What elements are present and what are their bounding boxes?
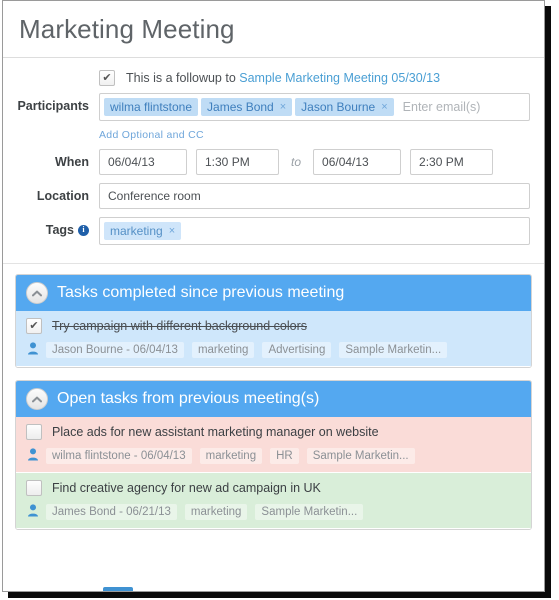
end-date-input[interactable] (313, 149, 402, 175)
add-optional-and-cc-link[interactable]: Add Optional and CC (99, 129, 204, 141)
task-tag: Advertising (262, 342, 332, 358)
task-owner: wilma flintstone - 06/04/13 (46, 448, 192, 464)
task-main-line: Find creative agency for new ad campaign… (26, 480, 521, 496)
participants-row: Participants wilma flintstone James Bond… (17, 93, 530, 121)
task-tag: Sample Marketin... (339, 342, 448, 358)
meeting-window: Marketing Meeting ✔ This is a followup t… (2, 0, 545, 592)
tag-name: marketing (110, 224, 163, 238)
task-owner: Jason Bourne - 06/04/13 (46, 342, 184, 358)
task-tag: marketing (199, 448, 263, 464)
task-row[interactable]: ✔ Try campaign with different background… (16, 311, 531, 367)
location-row: Location (17, 183, 530, 209)
meeting-form: ✔ This is a followup to Sample Marketing… (3, 58, 544, 264)
when-separator: to (291, 155, 302, 169)
participant-name: Jason Bourne (301, 100, 376, 114)
task-checkbox[interactable] (26, 480, 42, 496)
partially-visible-button[interactable] (103, 587, 133, 591)
chevron-up-circle-icon[interactable] (26, 388, 48, 410)
task-meta: wilma flintstone - 06/04/13 marketing HR… (26, 448, 521, 464)
participants-input[interactable]: wilma flintstone James Bond × Jason Bour… (99, 93, 530, 121)
participant-token[interactable]: wilma flintstone (104, 98, 199, 116)
participant-name: wilma flintstone (110, 100, 193, 114)
task-meta: James Bond - 06/21/13 marketing Sample M… (26, 504, 521, 520)
task-checkbox[interactable]: ✔ (26, 318, 42, 334)
person-icon (27, 504, 39, 520)
followup-label: This is a followup to Sample Marketing M… (126, 71, 440, 85)
person-icon (27, 342, 39, 358)
panel-title: Open tasks from previous meeting(s) (57, 390, 320, 407)
participants-label: Participants (17, 99, 89, 113)
task-tag: Sample Marketin... (306, 448, 415, 464)
task-title: Place ads for new assistant marketing ma… (52, 425, 379, 439)
tags-row: Tags i marketing × (17, 217, 530, 245)
end-time-input[interactable] (410, 149, 494, 175)
panel-title: Tasks completed since previous meeting (57, 284, 345, 301)
remove-participant-icon[interactable]: × (381, 101, 387, 113)
panel-header[interactable]: Open tasks from previous meeting(s) (16, 381, 531, 417)
panel-open-tasks: Open tasks from previous meeting(s) Plac… (15, 380, 532, 530)
when-label: When (54, 155, 89, 169)
title-bar: Marketing Meeting (3, 1, 544, 58)
location-label: Location (36, 189, 89, 203)
task-tag: marketing (184, 504, 248, 520)
task-tag: Sample Marketin... (255, 504, 364, 520)
task-main-line: Place ads for new assistant marketing ma… (26, 424, 521, 440)
add-optional-cc-link-wrap: Add Optional and CC (17, 129, 530, 141)
person-icon (27, 448, 39, 464)
task-title: Find creative agency for new ad campaign… (52, 481, 321, 495)
remove-participant-icon[interactable]: × (280, 101, 286, 113)
participants-placeholder: Enter email(s) (402, 100, 481, 114)
task-tag: HR (270, 448, 299, 464)
task-owner: James Bond - 06/21/13 (46, 504, 177, 520)
info-icon[interactable]: i (78, 224, 89, 236)
remove-tag-icon[interactable]: × (169, 225, 175, 237)
start-time-input[interactable] (196, 149, 279, 175)
task-panels: Tasks completed since previous meeting ✔… (3, 264, 544, 530)
tag-token[interactable]: marketing × (104, 222, 182, 240)
start-date-input[interactable] (99, 149, 187, 175)
location-input[interactable] (99, 183, 530, 209)
task-main-line: ✔ Try campaign with different background… (26, 318, 521, 334)
followup-checkbox[interactable]: ✔ (99, 70, 115, 86)
task-title: Try campaign with different background c… (52, 319, 307, 333)
tags-label: Tags (45, 223, 74, 237)
task-row[interactable]: Find creative agency for new ad campaign… (16, 473, 531, 529)
participant-token[interactable]: James Bond × (201, 98, 293, 116)
task-row[interactable]: Place ads for new assistant marketing ma… (16, 417, 531, 473)
followup-meeting-link[interactable]: Sample Marketing Meeting 05/30/13 (239, 71, 440, 85)
task-checkbox[interactable] (26, 424, 42, 440)
participant-token[interactable]: Jason Bourne × (295, 98, 394, 116)
followup-row: ✔ This is a followup to Sample Marketing… (17, 70, 530, 86)
task-tag: marketing (191, 342, 255, 358)
panel-completed-tasks: Tasks completed since previous meeting ✔… (15, 274, 532, 368)
panel-header[interactable]: Tasks completed since previous meeting (16, 275, 531, 311)
tags-label-wrap: Tags i (17, 217, 99, 243)
chevron-up-circle-icon[interactable] (26, 282, 48, 304)
followup-text: This is a followup to (126, 71, 236, 85)
page-title: Marketing Meeting (19, 13, 235, 44)
task-meta: Jason Bourne - 06/04/13 marketing Advert… (26, 342, 521, 358)
participant-name: James Bond (207, 100, 274, 114)
when-row: When to (17, 149, 530, 175)
tags-input[interactable]: marketing × (99, 217, 530, 245)
